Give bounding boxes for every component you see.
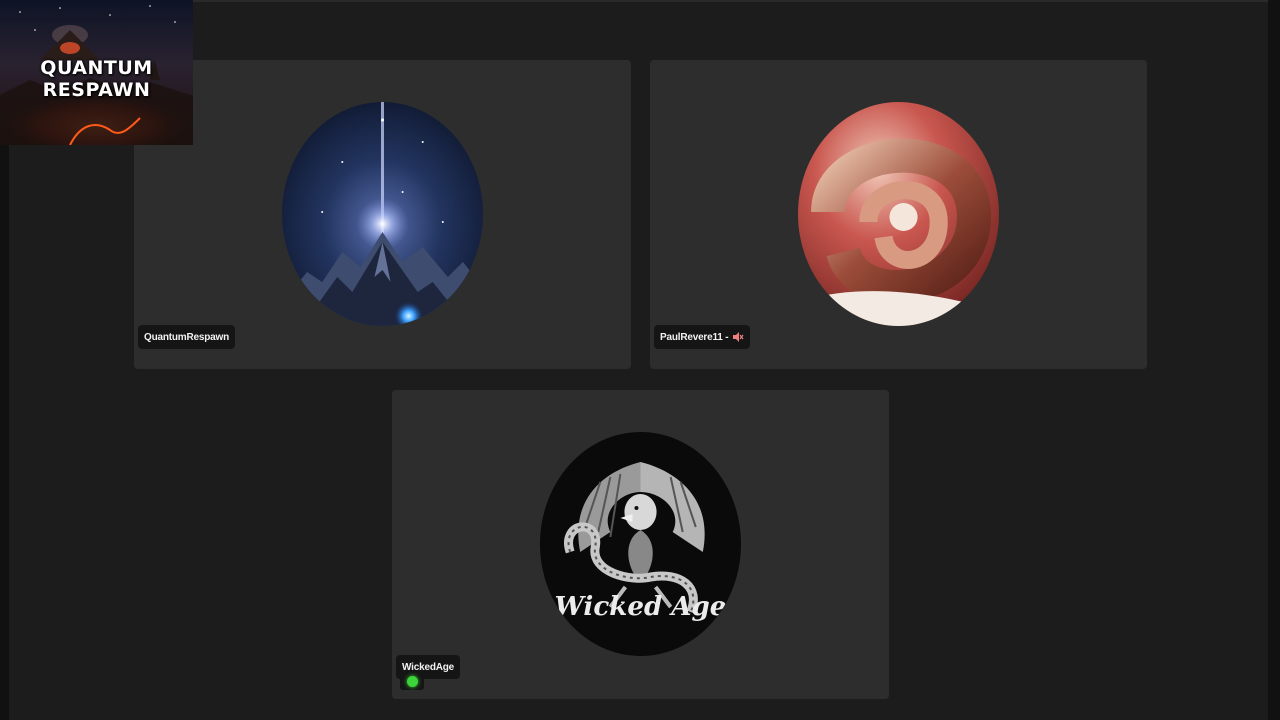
quantum-respawn-logo: QUANTUM RESPAWN (0, 0, 193, 145)
participant-tile-wickedage[interactable]: Wicked Age WickedAge (392, 390, 889, 699)
speaker-muted-icon (732, 331, 744, 343)
participant-tile-paulrevere11[interactable]: PaulRevere11 - (650, 60, 1147, 369)
speaking-indicator (400, 672, 424, 690)
speaking-dot-icon (406, 675, 418, 687)
abstract-swirl-avatar (798, 102, 999, 326)
night-mountain-star-avatar (282, 102, 483, 326)
eagle-serpent-avatar: Wicked Age (540, 432, 741, 656)
video-call-stage: QuantumRespawn PaulRevere11 - Wicked Age… (0, 0, 1280, 720)
participant-name: WickedAge (402, 661, 455, 673)
participant-name: PaulRevere11 - (660, 331, 729, 343)
participant-name-tag: PaulRevere11 - (654, 325, 751, 349)
participant-tile-quantumrespawn[interactable]: QuantumRespawn (134, 60, 631, 369)
participant-name-tag: QuantumRespawn (138, 325, 235, 349)
svg-text:Wicked Age: Wicked Age (555, 592, 727, 622)
right-edge (1268, 0, 1280, 720)
participant-name: QuantumRespawn (144, 331, 229, 343)
logo-title: QUANTUM RESPAWN (40, 57, 153, 101)
